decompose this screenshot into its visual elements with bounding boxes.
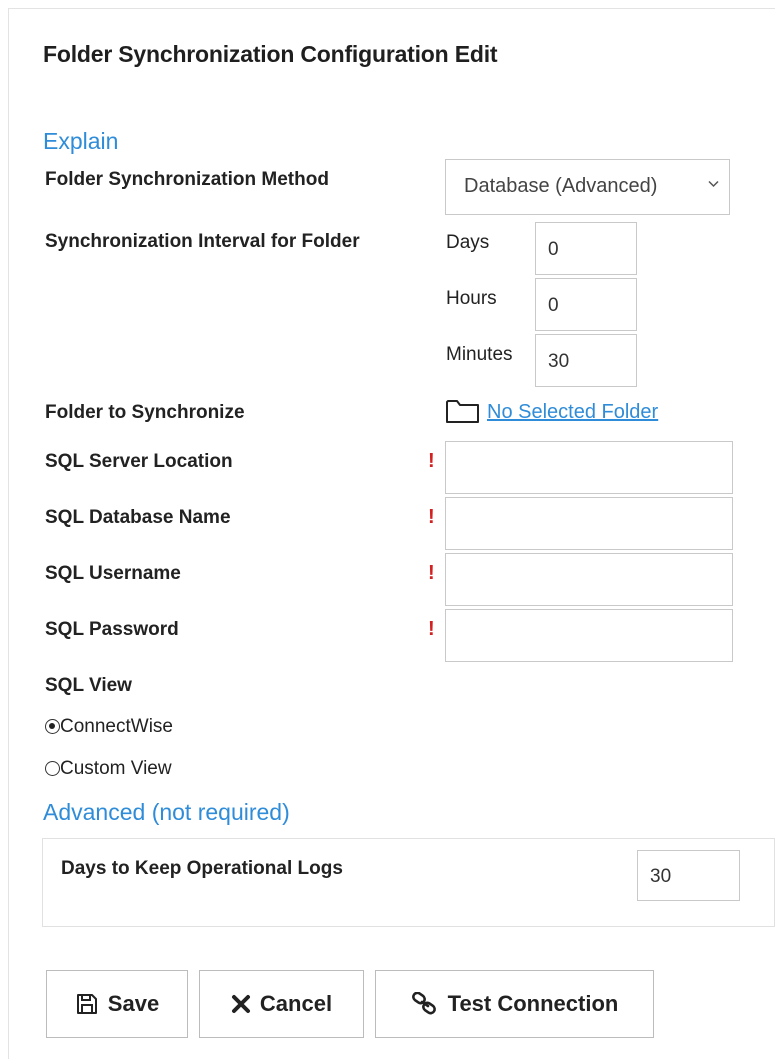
link-icon	[411, 992, 436, 1015]
advanced-section: Days to Keep Operational Logs 30	[42, 838, 775, 927]
save-icon	[76, 994, 97, 1014]
radio-connectwise[interactable]: ConnectWise	[45, 716, 173, 738]
test-connection-button[interactable]: Test Connection	[375, 970, 654, 1038]
days-label: Days	[446, 232, 490, 253]
hours-label: Hours	[446, 288, 497, 309]
sql-database-label: SQL Database Name	[45, 507, 231, 528]
sync-method-label: Folder Synchronization Method	[45, 169, 329, 190]
page-title: Folder Synchronization Configuration Edi…	[43, 41, 498, 67]
sql-username-input[interactable]	[445, 553, 733, 606]
radio-custom-view-label: Custom View	[60, 758, 172, 779]
minutes-label: Minutes	[446, 344, 513, 365]
required-indicator: !	[428, 618, 435, 640]
folder-picker[interactable]: No Selected Folder	[445, 398, 658, 424]
cancel-button[interactable]: Cancel	[199, 970, 364, 1038]
test-connection-label: Test Connection	[447, 991, 619, 1016]
required-indicator: !	[428, 450, 435, 472]
sync-method-value: Database (Advanced)	[464, 175, 658, 197]
sql-view-label: SQL View	[45, 675, 132, 696]
folder-icon	[445, 398, 481, 424]
sql-server-input[interactable]	[445, 441, 733, 494]
cancel-label: Cancel	[259, 991, 333, 1016]
hours-input[interactable]: 0	[535, 278, 637, 331]
interval-label: Synchronization Interval for Folder	[45, 231, 360, 252]
folder-label: Folder to Synchronize	[45, 402, 245, 423]
sql-database-input[interactable]	[445, 497, 733, 550]
folder-link[interactable]: No Selected Folder	[487, 401, 658, 424]
sync-method-select[interactable]: Database (Advanced)	[445, 159, 730, 215]
explain-link[interactable]: Explain	[43, 128, 118, 155]
sql-password-input[interactable]	[445, 609, 733, 662]
radio-selected-icon[interactable]	[45, 719, 60, 734]
save-label: Save	[107, 991, 160, 1016]
required-indicator: !	[428, 506, 435, 528]
chevron-down-icon	[708, 176, 719, 191]
radio-custom-view[interactable]: Custom View	[45, 758, 172, 780]
sql-password-label: SQL Password	[45, 619, 179, 640]
radio-unselected-icon[interactable]	[45, 761, 60, 776]
sql-server-label: SQL Server Location	[45, 451, 233, 472]
log-days-input[interactable]: 30	[637, 850, 740, 901]
advanced-toggle[interactable]: Advanced (not required)	[43, 799, 290, 826]
save-button[interactable]: Save	[46, 970, 188, 1038]
days-input[interactable]: 0	[535, 222, 637, 275]
minutes-input[interactable]: 30	[535, 334, 637, 387]
x-icon	[231, 995, 250, 1013]
log-days-label: Days to Keep Operational Logs	[61, 858, 343, 879]
radio-connectwise-label: ConnectWise	[60, 716, 173, 737]
required-indicator: !	[428, 562, 435, 584]
sql-username-label: SQL Username	[45, 563, 181, 584]
